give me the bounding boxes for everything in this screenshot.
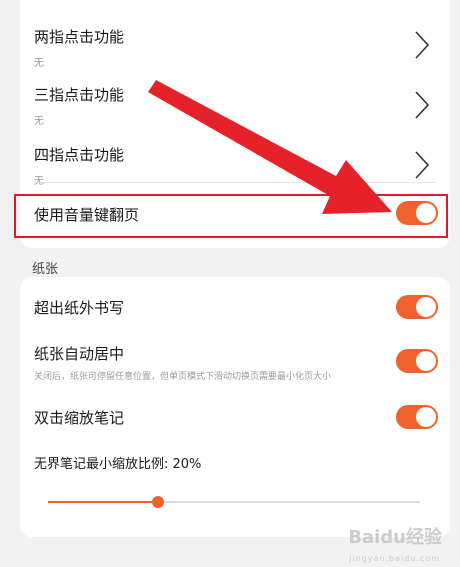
toggle-knob	[416, 297, 436, 317]
watermark-url: jingyan.baidu.com	[349, 554, 440, 563]
slider-fill	[48, 501, 158, 503]
highlight-box	[14, 194, 448, 238]
four-finger-tap-value: 无	[34, 172, 44, 187]
watermark-logo: Baidu经验	[348, 527, 442, 548]
paper-settings-card: 超出纸外书写 纸张自动居中 关闭后，纸张可停留任意位置，但单页模式下滑动切换页需…	[20, 277, 450, 537]
overflow-writing-row[interactable]: 超出纸外书写	[20, 291, 450, 323]
toggle-knob	[416, 407, 436, 427]
four-finger-tap-row[interactable]: 四指点击功能 无	[20, 122, 450, 187]
auto-center-row[interactable]: 纸张自动居中 关闭后，纸张可停留任意位置，但单页模式下滑动切换页需要最小化页大小	[20, 339, 450, 389]
three-finger-tap-title: 三指点击功能	[34, 86, 125, 104]
section-label-paper: 纸张	[32, 262, 59, 277]
min-zoom-label: 无界笔记最小缩放比例: 20%	[34, 457, 202, 472]
min-zoom-row: 无界笔记最小缩放比例: 20%	[20, 451, 450, 475]
auto-center-description: 关闭后，纸张可停留任意位置，但单页模式下滑动切换页需要最小化页大小	[34, 372, 332, 382]
overflow-writing-label: 超出纸外书写	[34, 299, 125, 317]
four-finger-tap-title: 四指点击功能	[34, 146, 125, 164]
min-zoom-slider[interactable]	[48, 496, 420, 508]
three-finger-tap-row[interactable]: 三指点击功能 无	[20, 62, 450, 127]
chevron-right-icon[interactable]	[414, 30, 430, 60]
overflow-writing-toggle[interactable]	[396, 295, 438, 319]
double-tap-zoom-toggle[interactable]	[396, 405, 438, 429]
two-finger-tap-row[interactable]: 两指点击功能 无	[20, 0, 450, 69]
chevron-right-icon[interactable]	[414, 150, 430, 180]
slider-thumb[interactable]	[151, 496, 164, 508]
two-finger-tap-title: 两指点击功能	[34, 28, 125, 46]
double-tap-zoom-row[interactable]: 双击缩放笔记	[20, 401, 450, 433]
auto-center-label: 纸张自动居中	[34, 345, 125, 363]
double-tap-zoom-label: 双击缩放笔记	[34, 409, 125, 427]
divider	[34, 182, 436, 183]
toggle-knob	[416, 351, 436, 371]
chevron-right-icon[interactable]	[414, 90, 430, 120]
auto-center-toggle[interactable]	[396, 349, 438, 373]
